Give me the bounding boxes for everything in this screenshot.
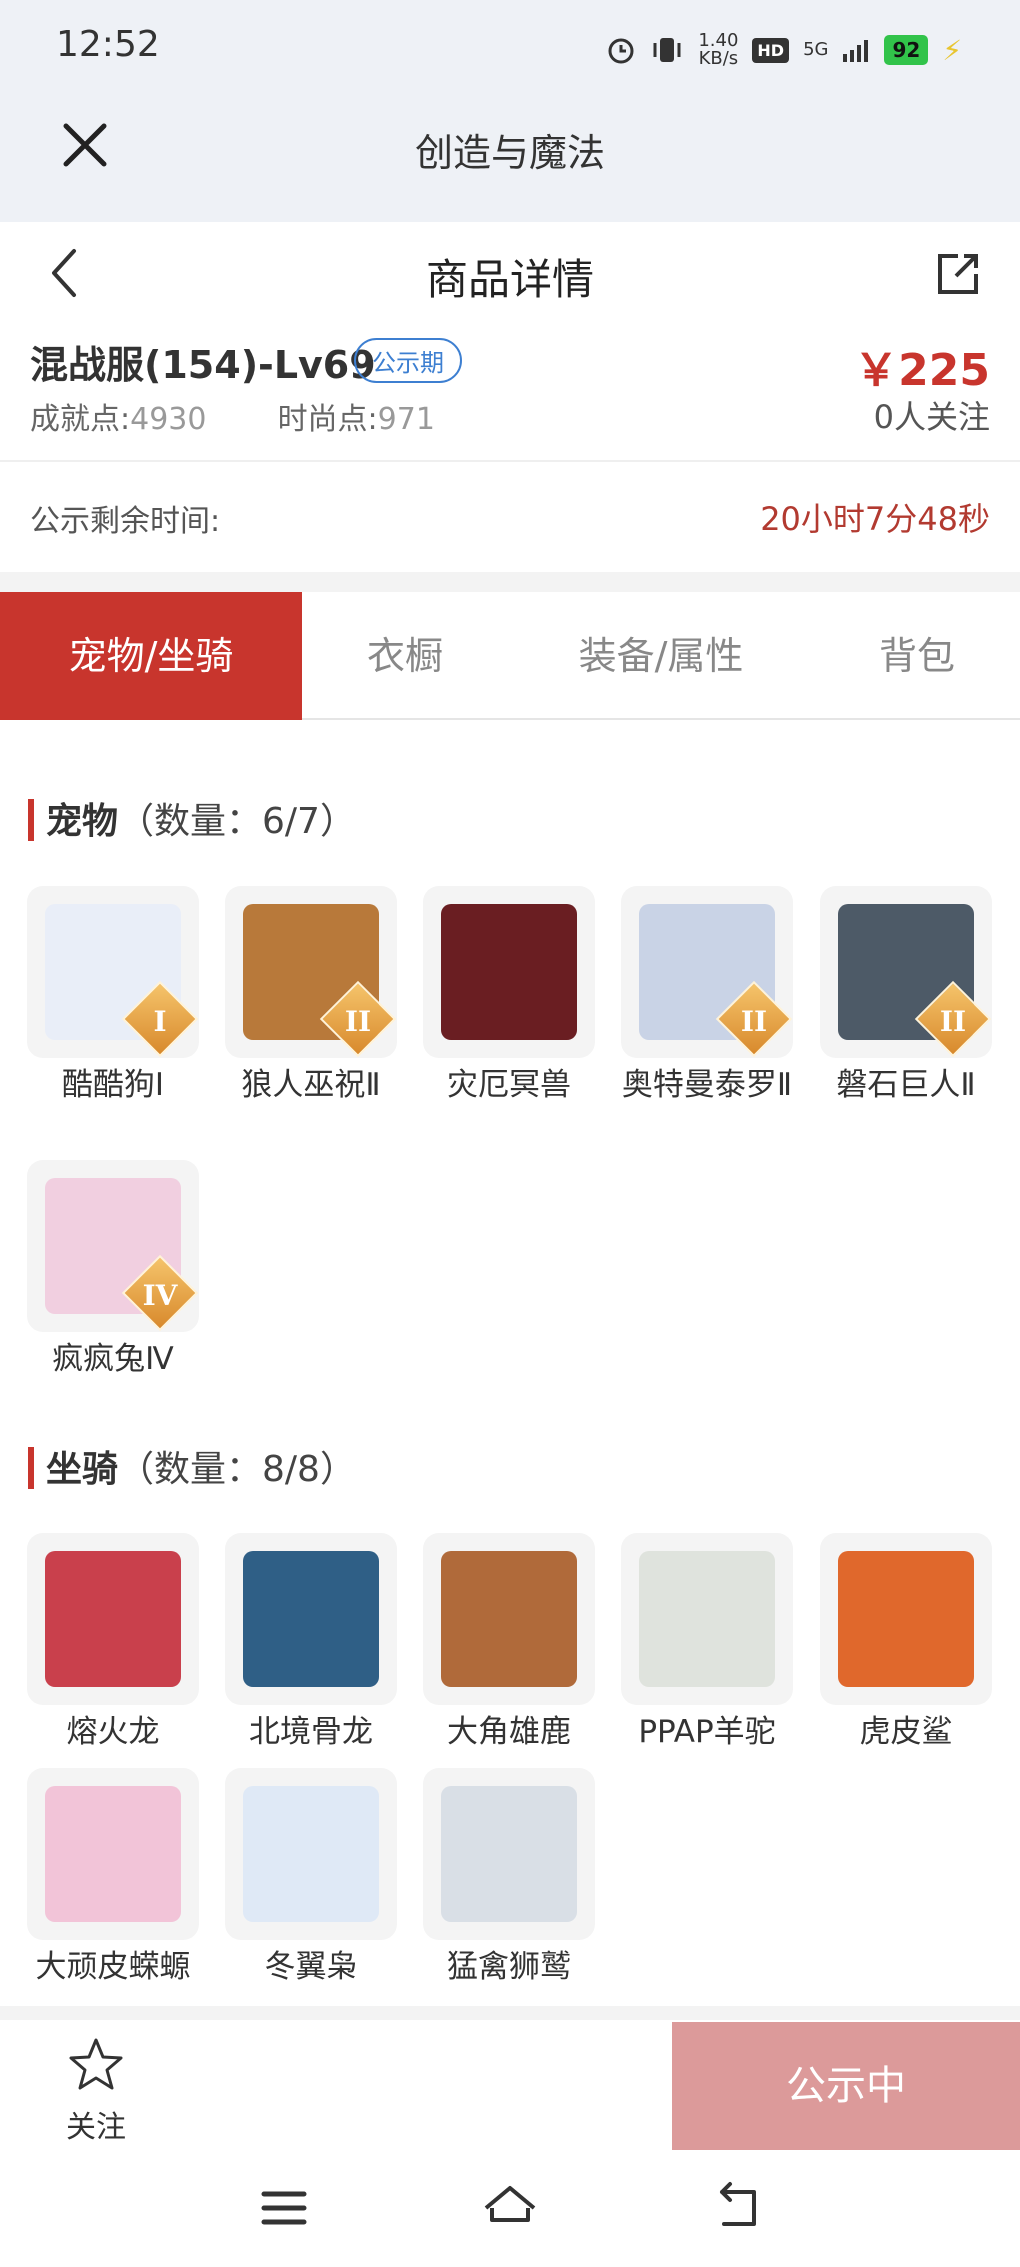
mount-name: PPAP羊驼 [638,1714,776,1750]
mounts-section-title: 坐骑 [46,1449,119,1490]
pet-name: 酷酷狗Ⅰ [61,1067,165,1103]
alarm-icon [608,38,634,64]
mount-item[interactable]: 猛禽狮鹫 [423,1768,595,1986]
pet-name: 狼人巫祝Ⅱ [241,1067,381,1103]
item-price: ￥225 [854,345,990,396]
mount-name: 大顽皮蝾螈 [35,1949,191,1985]
pets-section-title: 宠物 [46,801,119,842]
mount-image [45,1551,181,1687]
status-icons: 1.40 KB/s HD 5G 92 ⚡ [606,32,962,68]
mount-name: 大角雄鹿 [447,1714,571,1750]
mount-item[interactable]: 虎皮鲨 [820,1533,992,1751]
mount-name: 虎皮鲨 [859,1714,953,1750]
tab-backpack[interactable]: 背包 [814,592,1020,720]
follower-count: 0人关注 [873,398,990,436]
pet-name: 磐石巨人Ⅱ [836,1067,976,1103]
pet-name: 灾厄冥兽 [447,1067,571,1103]
status-badge: 公示期 [354,338,462,383]
menu-icon[interactable] [254,2178,314,2238]
mount-name: 熔火龙 [66,1714,160,1750]
pet-item[interactable]: II 磐石巨人Ⅱ [820,886,992,1104]
app-title: 创造与魔法 [414,131,605,175]
mount-image [441,1551,577,1687]
mount-thumbnail [225,1768,397,1940]
pet-thumbnail: I [27,886,199,1058]
mount-thumbnail [820,1533,992,1705]
tab-pets-mounts[interactable]: 宠物/坐骑 [0,592,302,720]
signal-bars-icon [843,40,869,62]
mount-image [639,1551,775,1687]
share-icon[interactable] [936,252,980,296]
mount-image [243,1551,379,1687]
pet-item[interactable]: I 酷酷狗Ⅰ [27,886,199,1104]
mount-image [243,1786,379,1922]
publicity-status-button[interactable]: 公示中 [672,2022,1020,2150]
mount-thumbnail [27,1768,199,1940]
mount-item[interactable]: 北境骨龙 [225,1533,397,1751]
item-name: 混战服(154)-Lv69 [30,343,376,387]
mount-name: 冬翼枭 [264,1949,358,1985]
page-title: 商品详情 [425,255,594,304]
status-time: 12:52 [56,24,160,65]
pets-section-count: （数量：6/7） [118,801,356,842]
pet-item[interactable]: IV 疯疯兔Ⅳ [27,1160,199,1378]
hd-icon: HD [752,37,790,63]
follow-label: 关注 [66,2110,126,2145]
fashion-value: 971 [377,402,435,437]
mount-image [838,1551,974,1687]
mount-thumbnail [225,1533,397,1705]
item-points: 成就点:4930 时尚点:971 [30,394,435,438]
follow-button[interactable]: 关注 [60,2036,132,2146]
charging-icon: ⚡ [942,33,962,67]
mounts-section-count: （数量：8/8） [118,1449,356,1490]
pet-item[interactable]: II 狼人巫祝Ⅱ [225,886,397,1104]
pet-name: 疯疯兔Ⅳ [52,1341,174,1377]
pet-image [441,904,577,1040]
star-icon [69,2038,123,2090]
pet-thumbnail: II [225,886,397,1058]
pet-item[interactable]: 灾厄冥兽 [423,886,595,1104]
countdown-label: 公示剩余时间: [30,504,221,539]
home-icon[interactable] [480,2178,540,2238]
tab-wardrobe[interactable]: 衣橱 [302,592,508,720]
mounts-section-header: 坐骑（数量：8/8） [28,1440,356,1492]
fashion-label: 时尚点: [277,402,378,437]
mount-thumbnail [621,1533,793,1705]
bottom-divider [0,2006,1020,2020]
pet-thumbnail [423,886,595,1058]
pet-item[interactable]: II 奥特曼泰罗Ⅱ [621,886,793,1104]
mount-image [441,1786,577,1922]
mount-name: 猛禽狮鹫 [447,1949,571,1985]
mount-item[interactable]: 冬翼枭 [225,1768,397,1986]
mount-item[interactable]: 大角雄鹿 [423,1533,595,1751]
mount-thumbnail [423,1768,595,1940]
mount-item[interactable]: 大顽皮蝾螈 [27,1768,199,1986]
mount-thumbnail [27,1533,199,1705]
tab-bar: 宠物/坐骑 衣橱 装备/属性 背包 [0,592,1020,720]
mount-thumbnail [423,1533,595,1705]
mount-name: 北境骨龙 [249,1714,373,1750]
countdown-value: 20小时7分48秒 [760,500,990,538]
pets-section-header: 宠物（数量：6/7） [28,792,356,844]
vibrate-icon [653,38,681,62]
battery-icon: 92 [884,35,929,65]
pet-name: 奥特曼泰罗Ⅱ [621,1067,793,1103]
pet-thumbnail: II [621,886,793,1058]
back-nav-icon[interactable] [706,2178,766,2238]
achievement-label: 成就点: [30,402,131,437]
signal-5g-icon: 5G [803,39,829,60]
mount-image [45,1786,181,1922]
tab-equipment[interactable]: 装备/属性 [508,592,814,720]
mount-item[interactable]: PPAP羊驼 [621,1533,793,1751]
net-speed: 1.40 KB/s [698,30,739,69]
section-spacer [0,572,1020,592]
mount-item[interactable]: 熔火龙 [27,1533,199,1751]
pet-thumbnail: II [820,886,992,1058]
pet-thumbnail: IV [27,1160,199,1332]
achievement-value: 4930 [130,402,207,437]
divider [0,460,1020,462]
